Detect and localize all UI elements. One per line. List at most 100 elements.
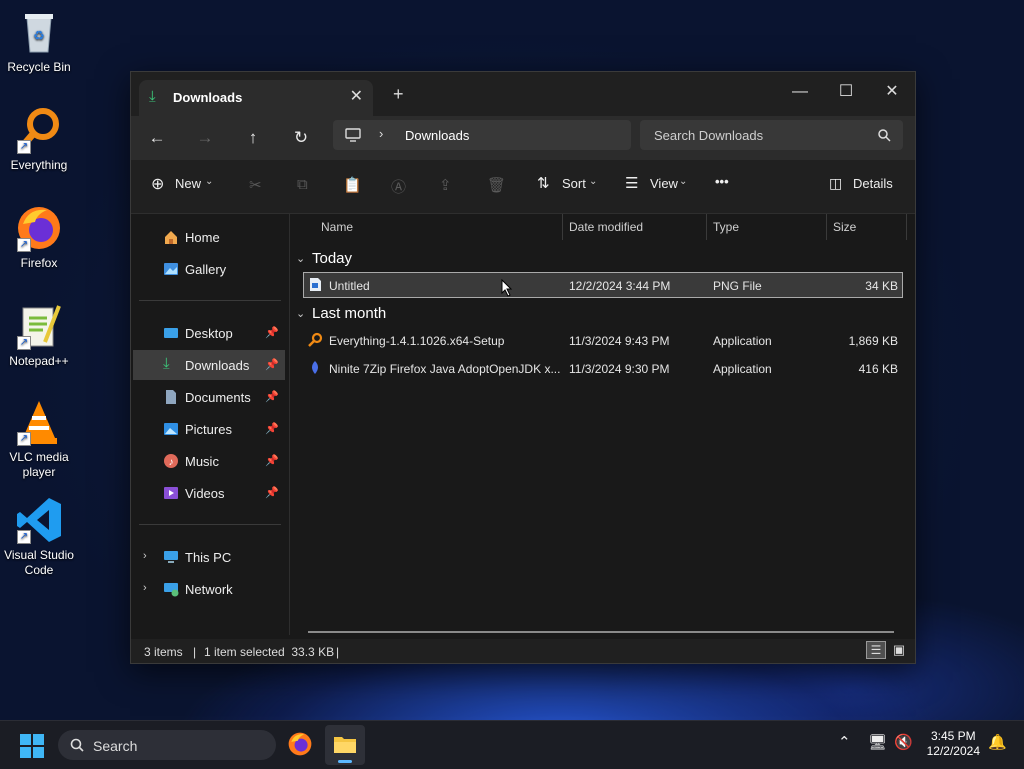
tiles-view-toggle-icon[interactable]: ▣ bbox=[890, 642, 908, 658]
separator bbox=[139, 524, 281, 525]
view-icon: ☰ bbox=[625, 175, 639, 192]
column-separator[interactable] bbox=[826, 214, 827, 240]
notification-bell-icon[interactable]: 🔔 bbox=[988, 733, 1007, 751]
details-view-toggle-icon[interactable]: ☰ bbox=[866, 641, 886, 659]
sidebar-item-desktop[interactable]: Desktop 📌 bbox=[133, 318, 285, 348]
search-icon bbox=[70, 738, 84, 752]
file-size: 34 KB bbox=[865, 279, 898, 293]
collapse-chevron-icon[interactable]: ⌄ bbox=[296, 307, 305, 320]
pictures-icon bbox=[163, 421, 179, 437]
forward-button[interactable]: → bbox=[189, 124, 221, 152]
maximize-button[interactable]: ☐ bbox=[823, 78, 869, 106]
file-size: 1,869 KB bbox=[848, 334, 898, 348]
sidebar-item-pictures[interactable]: Pictures 📌 bbox=[133, 414, 285, 444]
svg-text:♻: ♻ bbox=[33, 28, 45, 43]
column-separator[interactable] bbox=[906, 214, 907, 240]
column-separator[interactable] bbox=[562, 214, 563, 240]
network-icon[interactable]: 🖥 bbox=[868, 733, 887, 751]
view-button[interactable]: View bbox=[650, 176, 678, 191]
back-button[interactable]: ← bbox=[141, 124, 173, 152]
shortcut-arrow-icon: ↗ bbox=[17, 336, 31, 350]
sidebar-item-network[interactable]: › Network bbox=[133, 574, 285, 604]
column-separator[interactable] bbox=[706, 214, 707, 240]
svg-text:♪: ♪ bbox=[169, 457, 174, 468]
desktop-icon-vscode[interactable]: ↗ Visual Studio Code bbox=[0, 496, 78, 578]
file-type: PNG File bbox=[713, 279, 762, 293]
show-hidden-icons-chevron[interactable]: ⌃ bbox=[838, 733, 851, 751]
cut-icon[interactable]: ✂ bbox=[249, 176, 262, 194]
pin-icon[interactable]: 📌 bbox=[265, 390, 279, 403]
sort-button[interactable]: Sort bbox=[562, 176, 586, 191]
file-date: 11/3/2024 9:30 PM bbox=[569, 362, 670, 376]
file-row-untitled[interactable]: Untitled 12/2/2024 3:44 PM PNG File 34 K… bbox=[303, 272, 903, 298]
desktop-icon-recycle-bin[interactable]: ♻ Recycle Bin bbox=[0, 8, 78, 75]
sidebar-item-this-pc[interactable]: › This PC bbox=[133, 542, 285, 572]
sidebar-item-videos[interactable]: Videos 📌 bbox=[133, 478, 285, 508]
pin-icon[interactable]: 📌 bbox=[265, 454, 279, 467]
plus-circle-icon: ⊕ bbox=[151, 176, 165, 193]
more-options-button[interactable]: ••• bbox=[715, 174, 729, 189]
rename-icon[interactable]: Ⓐ bbox=[391, 176, 406, 197]
horizontal-scrollbar[interactable] bbox=[308, 631, 894, 633]
up-button[interactable]: ↑ bbox=[237, 124, 269, 152]
sidebar-item-documents[interactable]: Documents 📌 bbox=[133, 382, 285, 412]
pin-icon[interactable]: 📌 bbox=[265, 422, 279, 435]
close-button[interactable]: ✕ bbox=[869, 78, 915, 106]
column-header-size[interactable]: Size bbox=[833, 220, 856, 234]
volume-muted-icon[interactable]: 🔇 bbox=[894, 733, 913, 751]
file-row-ninite[interactable]: Ninite 7Zip Firefox Java AdoptOpenJDK x.… bbox=[304, 356, 902, 380]
new-tab-button[interactable]: + bbox=[393, 84, 404, 105]
sidebar-item-home[interactable]: Home bbox=[133, 222, 285, 252]
download-icon: ⤓ bbox=[163, 355, 170, 372]
minimize-button[interactable]: — bbox=[777, 78, 823, 106]
address-text: Downloads bbox=[405, 128, 470, 143]
column-header-type[interactable]: Type bbox=[713, 220, 739, 234]
desktop-icon-firefox[interactable]: ↗ Firefox bbox=[0, 204, 78, 271]
sidebar-item-label: Downloads bbox=[185, 358, 250, 373]
search-input[interactable]: Search Downloads bbox=[640, 120, 903, 150]
start-button[interactable] bbox=[20, 734, 44, 758]
group-header-today[interactable]: Today bbox=[312, 250, 352, 267]
tab-close-button[interactable]: ✕ bbox=[350, 86, 363, 106]
sidebar-item-label: Music bbox=[185, 454, 219, 469]
shortcut-arrow-icon: ↗ bbox=[17, 238, 31, 252]
folder-icon bbox=[334, 737, 356, 753]
group-header-last-month[interactable]: Last month bbox=[312, 305, 386, 322]
pin-icon[interactable]: 📌 bbox=[265, 486, 279, 499]
pc-icon bbox=[163, 549, 179, 565]
column-header-date[interactable]: Date modified bbox=[569, 220, 643, 234]
details-button[interactable]: Details bbox=[853, 176, 893, 191]
desktop-icon-everything[interactable]: ↗ Everything bbox=[0, 106, 78, 173]
taskbar-search[interactable]: Search bbox=[58, 730, 276, 760]
sidebar-item-downloads[interactable]: ⤓ Downloads 📌 bbox=[133, 350, 285, 380]
address-bar[interactable]: › Downloads bbox=[333, 120, 631, 150]
column-header-name[interactable]: Name bbox=[321, 220, 353, 234]
share-icon[interactable]: ⇪ bbox=[439, 176, 452, 194]
file-row-everything-setup[interactable]: Everything-1.4.1.1026.x64-Setup 11/3/202… bbox=[304, 328, 902, 352]
pin-icon[interactable]: 📌 bbox=[265, 358, 279, 371]
delete-icon[interactable]: 🗑 bbox=[487, 176, 506, 194]
new-button[interactable]: New bbox=[175, 176, 201, 191]
pin-icon[interactable]: 📌 bbox=[265, 326, 279, 339]
ninite-app-icon bbox=[308, 360, 323, 375]
desktop-icon-notepadpp[interactable]: ↗ Notepad++ bbox=[0, 302, 78, 369]
sidebar-item-music[interactable]: ♪ Music 📌 bbox=[133, 446, 285, 476]
refresh-button[interactable]: ↻ bbox=[285, 124, 317, 152]
expand-chevron-icon[interactable]: › bbox=[143, 582, 147, 594]
desktop-icon-label: Everything bbox=[10, 158, 68, 172]
tab-downloads[interactable]: ⤓ Downloads ✕ bbox=[139, 80, 373, 116]
taskbar-file-explorer[interactable] bbox=[325, 725, 365, 765]
navigation-bar: ← → ↑ ↻ › Downloads Search Downloads bbox=[131, 116, 915, 160]
sort-icon: ⇅ bbox=[537, 175, 550, 192]
expand-chevron-icon[interactable]: › bbox=[143, 550, 147, 562]
paste-icon[interactable]: 📋 bbox=[343, 176, 362, 194]
desktop-icon-label: Firefox bbox=[20, 256, 58, 270]
copy-icon[interactable]: ⧉ bbox=[297, 176, 308, 193]
music-icon: ♪ bbox=[163, 453, 179, 469]
taskbar-firefox[interactable] bbox=[287, 731, 315, 759]
file-name: Untitled bbox=[329, 279, 370, 293]
collapse-chevron-icon[interactable]: ⌄ bbox=[296, 252, 305, 265]
sidebar-item-gallery[interactable]: Gallery bbox=[133, 254, 285, 284]
clock[interactable]: 3:45 PM 12/2/2024 bbox=[927, 729, 980, 759]
desktop-icon-vlc[interactable]: ↗ VLC media player bbox=[0, 398, 78, 480]
